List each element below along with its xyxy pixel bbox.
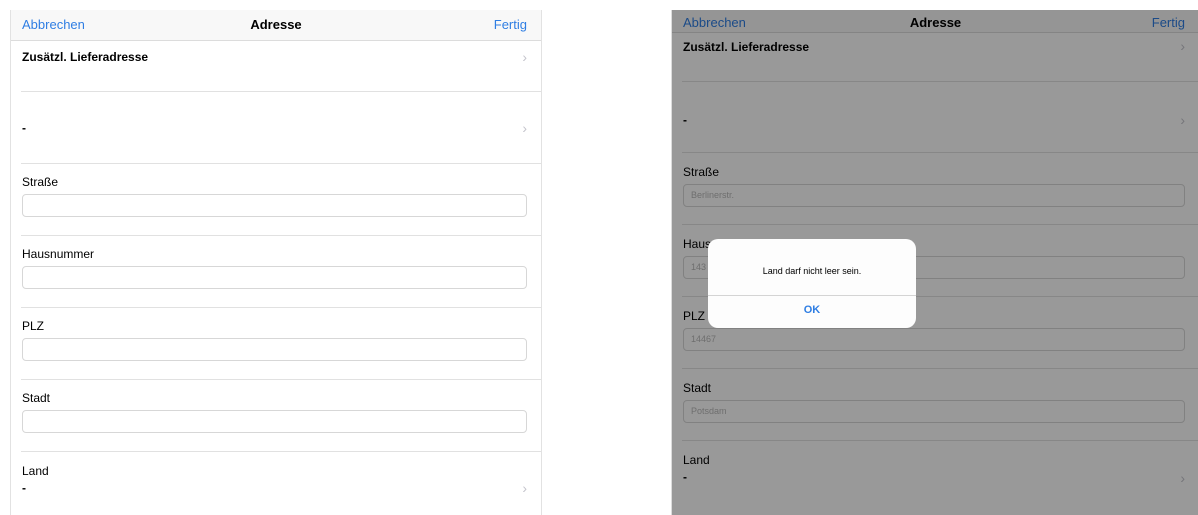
zip-label: PLZ [22,319,45,333]
delivery-address-label: Zusätzl. Lieferadresse [22,50,149,64]
city-label: Stadt [22,391,51,405]
address-form-screen: Abbrechen Adresse Fertig Zusätzl. Liefer… [10,10,542,515]
house-number-input[interactable] [22,266,527,289]
house-number-label: Hausnummer [22,247,95,261]
navigation-bar: Abbrechen Adresse Fertig [11,10,541,41]
house-number-row: Hausnummer [11,236,541,307]
city-row: Stadt [11,380,541,451]
country-value: - [22,481,26,495]
alert-dialog: Land darf nicht leer sein. OK [708,239,916,328]
address-select-value: - [22,121,26,135]
delivery-address-row[interactable]: Zusätzl. Lieferadresse › [11,41,541,91]
alert-ok-button[interactable]: OK [708,304,916,316]
alert-message: Land darf nicht leer sein. [762,266,862,276]
chevron-right-icon: › [522,480,527,496]
chevron-right-icon: › [522,49,527,65]
city-input[interactable] [22,410,527,433]
address-select-row[interactable]: - › [11,92,541,163]
country-label: Land [22,464,49,478]
page-title: Adresse [250,17,302,32]
address-form-screen-alert: Abbrechen Adresse Fertig Zusätzl. Liefer… [671,10,1198,515]
zip-row: PLZ [11,308,541,379]
alert-divider [708,295,916,296]
country-row[interactable]: Land - › [11,452,541,515]
street-row: Straße [11,164,541,235]
chevron-right-icon: › [522,120,527,136]
zip-input[interactable] [22,338,527,361]
street-label: Straße [22,175,59,189]
street-input[interactable] [22,194,527,217]
done-button[interactable]: Fertig [494,17,527,32]
